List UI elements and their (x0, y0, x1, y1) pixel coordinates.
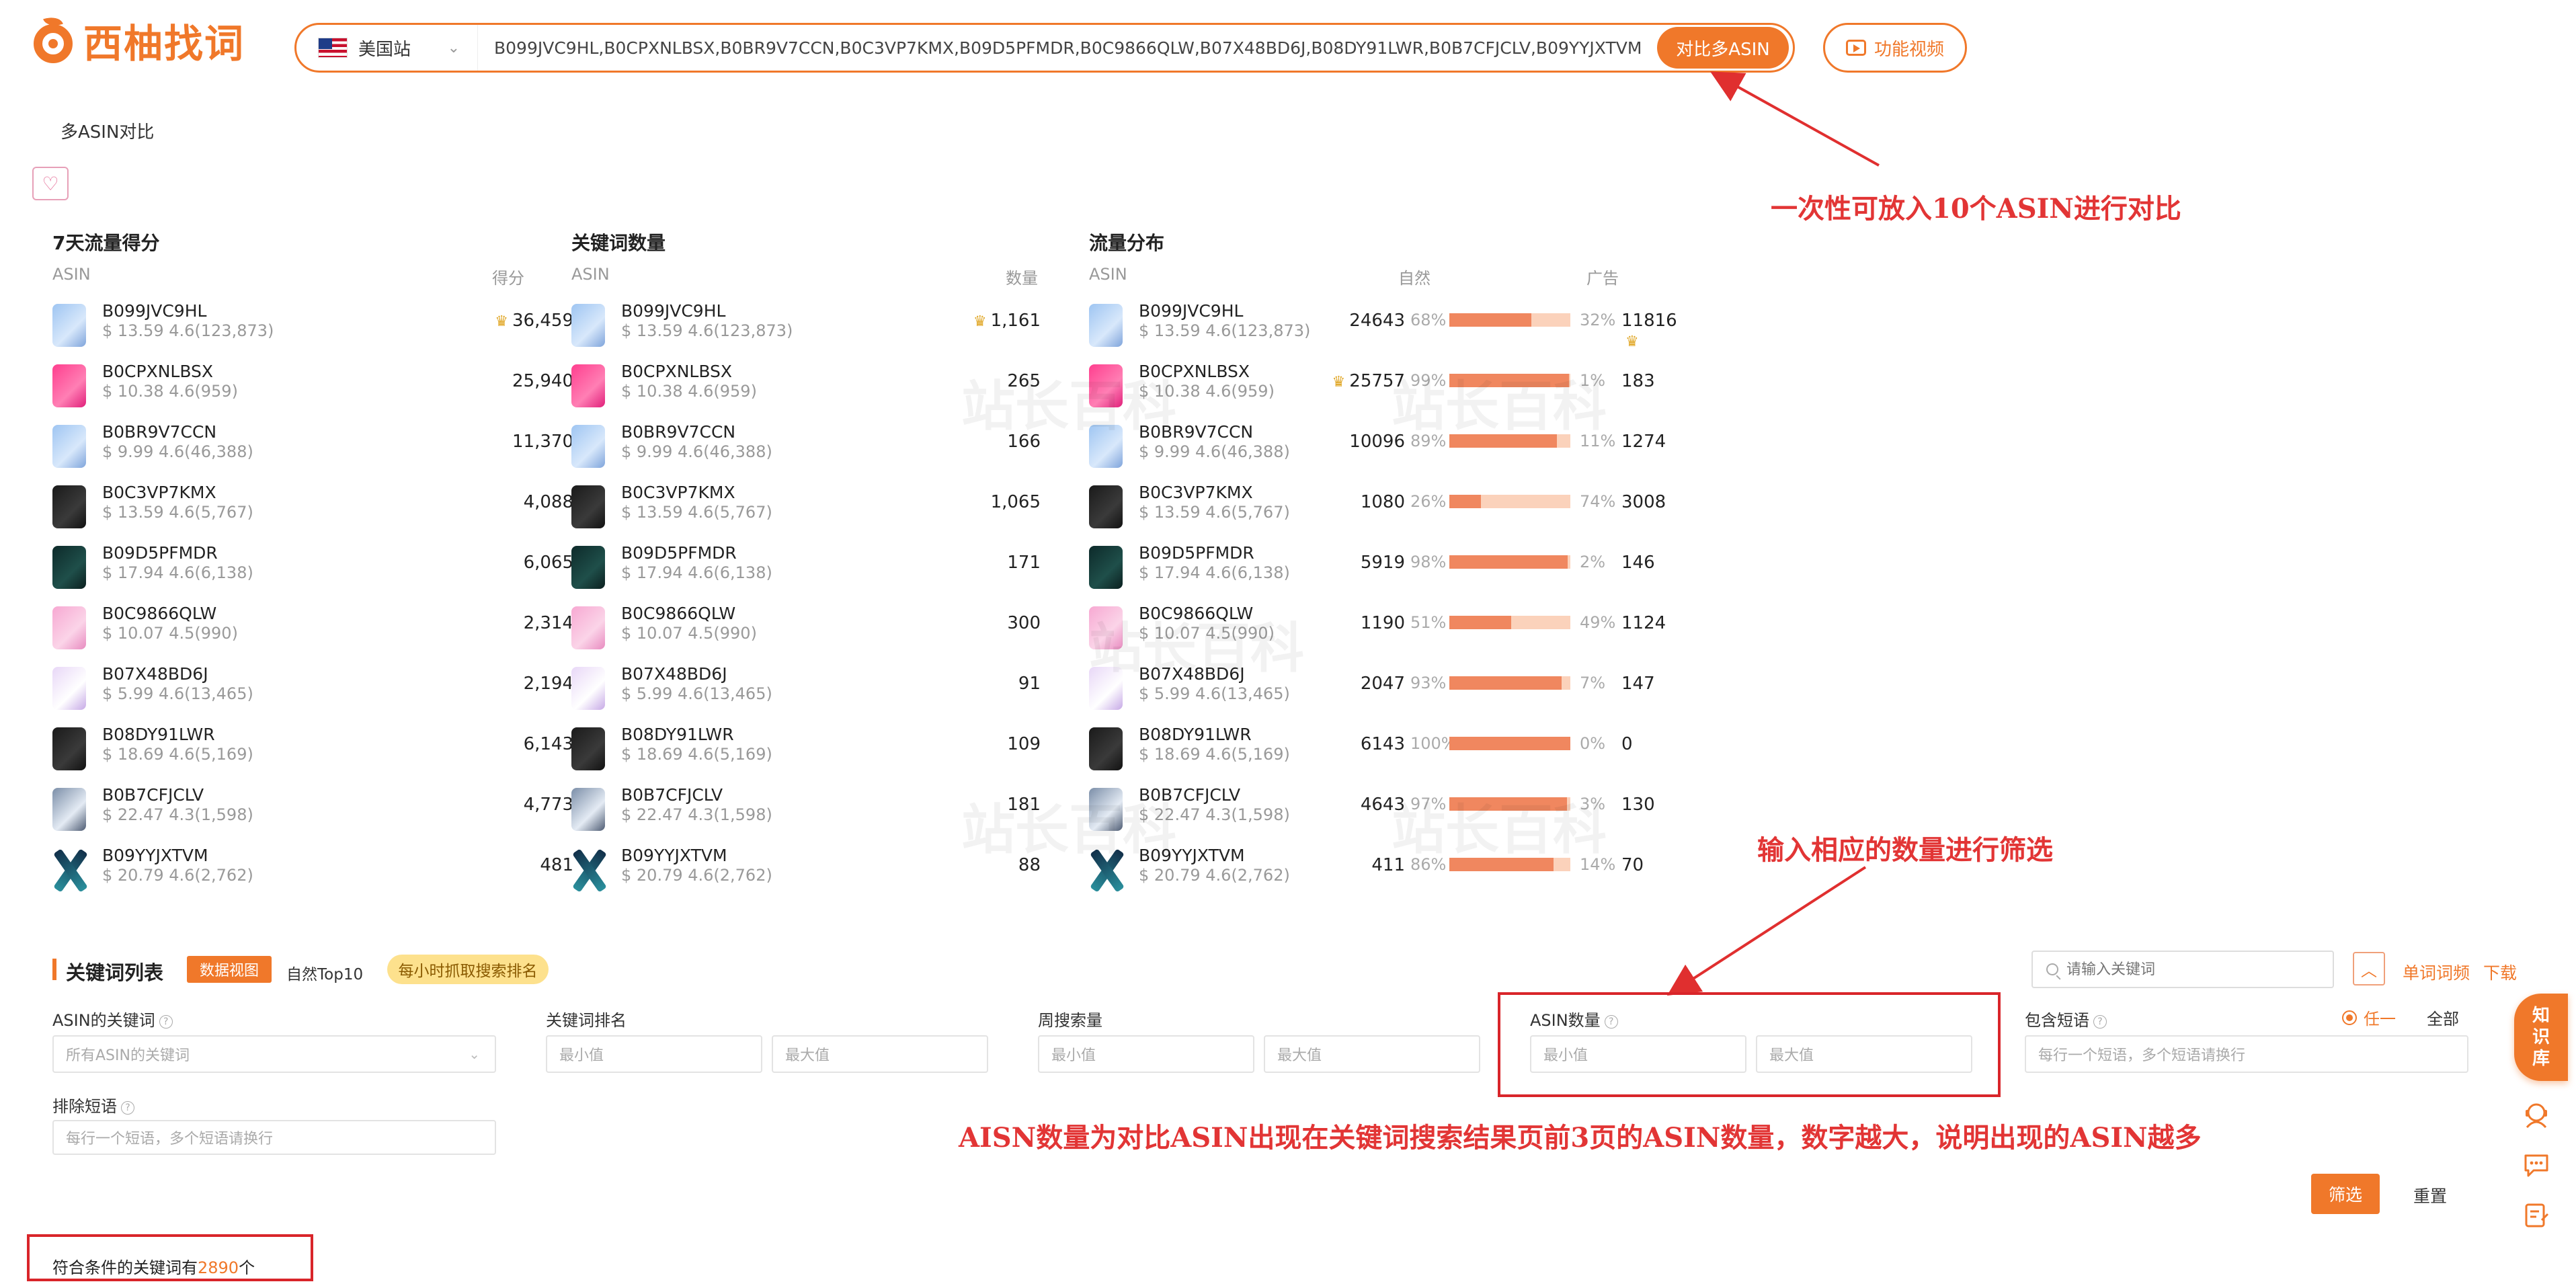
include-phrase-input[interactable]: 每行一个短语，多个短语请换行 (2025, 1035, 2468, 1073)
annotation-mid: 输入相应的数量进行筛选 (1757, 834, 2053, 866)
chevron-down-icon: ⌄ (469, 1046, 480, 1062)
hourly-rank-badge[interactable]: 每小时抓取搜索排名 (387, 955, 549, 984)
search-icon (2046, 963, 2058, 975)
asin-count-min-input[interactable]: 最小值 (1530, 1035, 1746, 1073)
section-accent-bar (52, 959, 56, 980)
exclude-phrase-input[interactable]: 每行一个短语，多个短语请换行 (52, 1120, 496, 1155)
word-frequency-link[interactable]: 单词词频 (2403, 960, 2470, 984)
filter-label-asin-keywords: ASIN的关键词? (52, 1007, 173, 1031)
weekly-max-input[interactable]: 最大值 (1264, 1035, 1480, 1073)
filter-label-weekly-search: 周搜索量 (1038, 1011, 1102, 1030)
keyword-list-title: 关键词列表 (66, 961, 164, 984)
reset-button[interactable]: 重置 (2413, 1183, 2447, 1207)
result-count-text: 符合条件的关键词有2890个 (52, 1258, 255, 1277)
annotation-top: 一次性可放入10个ASIN进行对比 (1771, 193, 2181, 225)
data-view-button[interactable]: 数据视图 (187, 956, 272, 983)
annotation-arrows (1666, 71, 1880, 996)
rank-max-input[interactable]: 最大值 (772, 1035, 988, 1073)
filter-label-asin-count: ASIN数量? (1530, 1007, 1618, 1031)
download-link[interactable]: 下载 (2483, 960, 2517, 984)
keyword-search-box[interactable] (2031, 951, 2334, 988)
help-icon: ? (121, 1101, 134, 1115)
chevron-up-icon: ︿ (2361, 961, 2377, 980)
organic-top10-tab[interactable]: 自然Top10 (286, 961, 363, 984)
help-icon: ? (2093, 1015, 2107, 1029)
feedback-edit-icon[interactable] (2520, 1198, 2553, 1232)
radio-selected-icon (2342, 1010, 2357, 1025)
rank-min-input[interactable]: 最小值 (546, 1035, 762, 1073)
chat-icon[interactable] (2520, 1148, 2553, 1182)
asin-keywords-select[interactable]: 所有ASIN的关键词 ⌄ (52, 1035, 496, 1073)
filter-label-exclude: 排除短语? (52, 1093, 134, 1117)
filter-label-keyword-rank: 关键词排名 (546, 1011, 627, 1030)
collapse-up-button[interactable]: ︿ (2353, 952, 2385, 985)
help-icon: ? (159, 1015, 173, 1029)
keyword-search-input[interactable] (2066, 961, 2322, 978)
asin-count-max-input[interactable]: 最大值 (1756, 1035, 1972, 1073)
customer-service-icon[interactable] (2520, 1098, 2553, 1132)
annotation-bottom: AISN数量为对比ASIN出现在关键词搜索结果页前3页的ASIN数量，数字越大，… (959, 1122, 2202, 1154)
filter-label-include: 包含短语? (2025, 1007, 2107, 1031)
weekly-min-input[interactable]: 最小值 (1038, 1035, 1254, 1073)
include-any-radio[interactable]: 任一 (2342, 1006, 2396, 1029)
knowledge-base-button[interactable]: 知识库 (2514, 994, 2568, 1081)
include-all-radio[interactable]: 全部 (2427, 1006, 2459, 1029)
help-icon: ? (1604, 1015, 1618, 1029)
result-count-number: 2890 (198, 1258, 239, 1277)
filter-button[interactable]: 筛选 (2311, 1174, 2380, 1214)
